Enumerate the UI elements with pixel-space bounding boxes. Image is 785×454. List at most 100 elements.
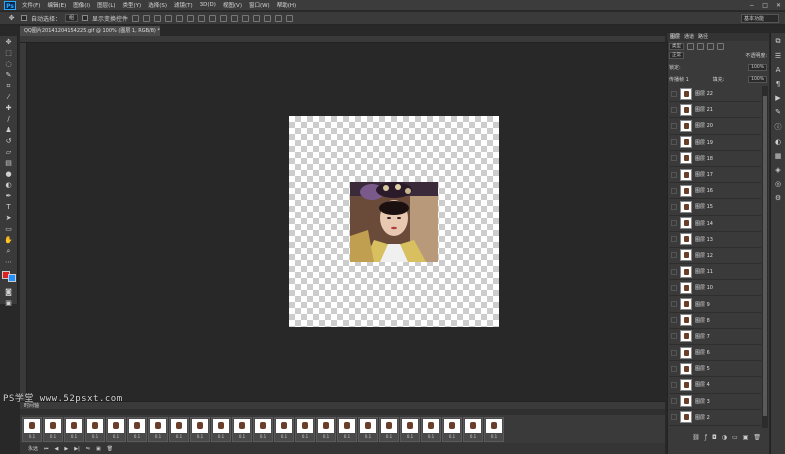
animation-frame[interactable]: 0.1 — [64, 417, 84, 442]
document-tab[interactable]: QQ图片20141204154225.gif @ 100% (图层 1, RGB… — [20, 26, 160, 36]
frame-delay[interactable]: 0.1 — [218, 434, 224, 439]
menu-type[interactable]: 类型(Y) — [123, 1, 142, 9]
visibility-toggle[interactable] — [671, 398, 677, 405]
new-group-icon[interactable]: ▭ — [732, 434, 738, 441]
quick-select-tool-icon[interactable]: ✎ — [3, 71, 14, 79]
layer-row[interactable]: 图层 3 — [669, 394, 761, 410]
layer-row[interactable]: 图层 22 — [669, 86, 761, 103]
menu-layer[interactable]: 图层(L) — [97, 1, 115, 9]
horizontal-ruler[interactable] — [20, 36, 665, 43]
blend-mode-dropdown[interactable]: 正常 — [669, 52, 684, 59]
layer-row[interactable]: 图层 16 — [669, 183, 761, 200]
swatches-panel-icon[interactable]: ▦ — [775, 152, 782, 160]
animation-frame[interactable]: 0.1 — [253, 417, 273, 442]
zoom-tool-icon[interactable]: ⌕ — [3, 247, 14, 255]
workspace-dropdown[interactable]: 基本功能 — [741, 14, 779, 23]
layer-row[interactable]: 图层 9 — [669, 296, 761, 313]
layer-filter-dropdown[interactable]: 类型 — [669, 42, 684, 50]
new-layer-icon[interactable]: ▣ — [743, 434, 749, 441]
layer-row[interactable]: 图层 13 — [669, 232, 761, 248]
frame-delay[interactable]: 0.1 — [197, 434, 203, 439]
info-panel-icon[interactable]: ⓘ — [775, 122, 782, 132]
tab-layers[interactable]: 图层 — [670, 33, 680, 41]
distribute-right-icon[interactable] — [253, 14, 261, 22]
next-frame-icon[interactable]: ▶| — [74, 446, 80, 452]
animation-frame[interactable]: 0.1 — [169, 417, 189, 442]
move-tool-icon[interactable]: ✥ — [3, 38, 14, 46]
layer-row[interactable]: 图层 21 — [669, 102, 761, 119]
frame-delay[interactable]: 0.1 — [491, 434, 497, 439]
first-frame-icon[interactable]: ⏮ — [44, 446, 49, 452]
frame-delay[interactable]: 0.1 — [323, 434, 329, 439]
fx-icon[interactable]: ƒ — [705, 434, 707, 441]
frame-delay[interactable]: 0.1 — [302, 434, 308, 439]
filter-adjust-icon[interactable] — [697, 42, 704, 50]
adjustment-layer-icon[interactable]: ◑ — [722, 434, 727, 441]
path-select-tool-icon[interactable]: ➤ — [3, 214, 14, 222]
align-bottom-icon[interactable] — [154, 14, 162, 22]
frame-delay[interactable]: 0.1 — [449, 434, 455, 439]
tween-icon[interactable]: ⇋ — [86, 446, 90, 452]
visibility-toggle[interactable] — [671, 381, 677, 388]
fill-input[interactable]: 100% — [748, 76, 767, 83]
move-tool-preset-icon[interactable]: ✥ — [6, 14, 17, 22]
duplicate-frame-icon[interactable]: ▣ — [96, 446, 101, 452]
animation-frame[interactable]: 0.1 — [232, 417, 252, 442]
animation-frame[interactable]: 0.1 — [43, 417, 63, 442]
frame-delay[interactable]: 0.1 — [470, 434, 476, 439]
visibility-toggle[interactable] — [671, 155, 677, 162]
screen-mode-icon[interactable]: ▣ — [3, 299, 14, 307]
frame-delay[interactable]: 0.1 — [50, 434, 56, 439]
quick-mask-icon[interactable]: ◙ — [3, 288, 14, 296]
visibility-toggle[interactable] — [671, 203, 677, 210]
filter-type-icon[interactable] — [707, 42, 714, 50]
pen-tool-icon[interactable]: ✒ — [3, 192, 14, 200]
layer-row[interactable]: 图层 15 — [669, 199, 761, 216]
history-panel-icon[interactable]: ⧉ — [776, 37, 781, 46]
layer-row[interactable]: 图层 6 — [669, 345, 761, 362]
healing-brush-tool-icon[interactable]: ✚ — [3, 104, 14, 112]
properties-panel-icon[interactable]: ☰ — [775, 52, 781, 60]
visibility-toggle[interactable] — [671, 414, 677, 421]
3d-rotate-icon[interactable] — [275, 14, 283, 22]
visibility-toggle[interactable] — [671, 333, 677, 340]
play-icon[interactable]: ▶ — [64, 446, 68, 452]
frame-delay[interactable]: 0.1 — [239, 434, 245, 439]
frame-delay[interactable]: 0.1 — [176, 434, 182, 439]
history-brush-tool-icon[interactable]: ↺ — [3, 137, 14, 145]
animation-frame[interactable]: 0.1 — [127, 417, 147, 442]
menu-select[interactable]: 选择(S) — [148, 1, 167, 9]
shape-tool-icon[interactable]: ▭ — [3, 225, 14, 233]
paragraph-panel-icon[interactable]: ¶ — [776, 80, 780, 88]
visibility-toggle[interactable] — [671, 106, 677, 113]
tab-channels[interactable]: 通道 — [684, 33, 694, 41]
animation-frame[interactable]: 0.1 — [442, 417, 462, 442]
eraser-tool-icon[interactable]: ▱ — [3, 148, 14, 156]
frame-delay[interactable]: 0.1 — [428, 434, 434, 439]
menu-file[interactable]: 文件(F) — [22, 1, 40, 9]
frame-delay[interactable]: 0.1 — [71, 434, 77, 439]
filter-shape-icon[interactable] — [717, 42, 724, 50]
layer-photo-image[interactable] — [350, 182, 438, 262]
distribute-center-icon[interactable] — [242, 14, 250, 22]
prev-frame-icon[interactable]: ◀ — [55, 446, 59, 452]
link-layers-icon[interactable]: ⛓ — [692, 434, 700, 441]
layer-row[interactable]: 图层 2 — [669, 410, 761, 426]
frame-delay[interactable]: 0.1 — [407, 434, 413, 439]
align-middle-icon[interactable] — [143, 14, 151, 22]
layer-row[interactable]: 图层 4 — [669, 377, 761, 394]
animation-frame[interactable]: 0.1 — [274, 417, 294, 442]
layer-row[interactable]: 图层 19 — [669, 135, 761, 151]
layer-row[interactable]: 图层 10 — [669, 280, 761, 297]
animation-frame[interactable]: 0.1 — [22, 417, 42, 442]
3d-pan-icon[interactable] — [286, 14, 294, 22]
visibility-toggle[interactable] — [671, 284, 677, 291]
maximize-icon[interactable]: □ — [762, 2, 768, 9]
visibility-toggle[interactable] — [671, 139, 677, 146]
visibility-toggle[interactable] — [671, 236, 677, 243]
tab-paths[interactable]: 路径 — [698, 33, 708, 41]
align-top-icon[interactable] — [132, 14, 140, 22]
visibility-toggle[interactable] — [671, 301, 677, 308]
layer-row[interactable]: 图层 20 — [669, 118, 761, 135]
layers-scrollbar[interactable] — [762, 86, 768, 428]
